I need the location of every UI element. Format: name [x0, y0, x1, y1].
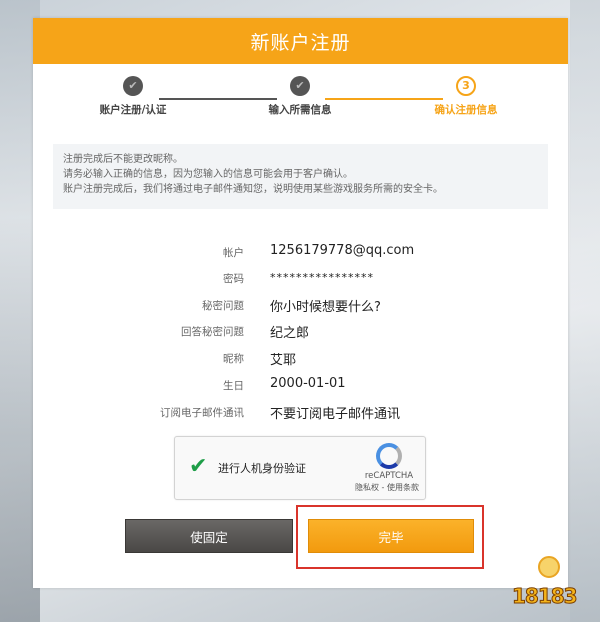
- field-value: 纪之郎: [270, 326, 310, 341]
- recaptcha-links: 隐私权 - 使用条款: [355, 482, 419, 493]
- recaptcha-brand: reCAPTCHA: [364, 471, 414, 481]
- step-2-check-icon: [290, 76, 310, 96]
- notice-line-1: 注册完成后不能更改昵称。: [63, 154, 183, 165]
- field-label: 秘密问题: [202, 300, 244, 312]
- field-label: 密码: [223, 273, 244, 285]
- recaptcha-label: 进行人机身份验证: [218, 462, 306, 475]
- field-row-nickname: 昵称 艾耶: [33, 349, 568, 369]
- field-row-secret-question: 秘密问题 你小时候想要什么?: [33, 296, 568, 316]
- recaptcha-widget[interactable]: ✔ 进行人机身份验证 reCAPTCHA 隐私权 - 使用条款: [174, 436, 426, 500]
- field-row-birthday: 生日 2000-01-01: [33, 376, 568, 396]
- link-separator: -: [379, 483, 387, 492]
- panel-header: 新账户注册: [33, 18, 568, 64]
- recaptcha-icon: [376, 443, 402, 469]
- field-label: 昵称: [223, 353, 244, 365]
- privacy-link[interactable]: 隐私权: [355, 483, 379, 492]
- step-3-label: 确认注册信息: [434, 104, 498, 116]
- field-row-password: 密码 ****************: [33, 269, 568, 289]
- watermark-text: 18183: [512, 584, 579, 609]
- step-indicator: 账户注册/认证 输入所需信息 3 确认注册信息: [33, 64, 568, 134]
- checkmark-icon[interactable]: ✔: [189, 454, 207, 479]
- field-label: 生日: [223, 380, 244, 392]
- field-row-newsletter: 订阅电子邮件通讯 不要订阅电子邮件通讯: [33, 403, 568, 423]
- watermark-logo: 18183: [512, 556, 586, 609]
- step-2: 输入所需信息: [240, 76, 360, 117]
- step-1-label: 账户注册/认证: [99, 104, 167, 116]
- field-value: 你小时候想要什么?: [270, 300, 381, 315]
- field-value: ****************: [270, 271, 374, 284]
- step-1: 账户注册/认证: [73, 76, 193, 117]
- sun-icon: [538, 556, 560, 578]
- notice-box: 注册完成后不能更改昵称。 请务必输入正确的信息，因为您输入的信息可能会用于客户确…: [53, 144, 548, 209]
- field-value: 2000-01-01: [270, 376, 346, 391]
- step-1-check-icon: [123, 76, 143, 96]
- field-row-account: 帐户 1256179778@qq.com: [33, 243, 568, 263]
- field-value: 不要订阅电子邮件通讯: [270, 407, 401, 422]
- highlight-box: [296, 505, 484, 569]
- step-3: 3 确认注册信息: [406, 76, 526, 117]
- notice-line-2: 请务必输入正确的信息，因为您输入的信息可能会用于客户确认。: [63, 169, 353, 180]
- notice-line-3: 账户注册完成后，我们将通过电子邮件通知您，说明使用某些游戏服务所需的安全卡。: [63, 184, 443, 195]
- field-row-secret-answer: 回答秘密问题 纪之郎: [33, 322, 568, 342]
- fix-button[interactable]: 使固定: [125, 519, 293, 553]
- terms-link[interactable]: 使用条款: [387, 483, 419, 492]
- field-value: 1256179778@qq.com: [270, 243, 415, 258]
- recaptcha-logo: reCAPTCHA 隐私权 - 使用条款: [355, 443, 419, 493]
- field-label: 订阅电子邮件通讯: [160, 407, 244, 419]
- field-label: 帐户: [223, 247, 244, 259]
- background-right-scenery: [570, 0, 600, 622]
- page-title: 新账户注册: [250, 31, 351, 54]
- field-value: 艾耶: [270, 353, 297, 368]
- field-label: 回答秘密问题: [181, 326, 244, 338]
- step-3-number: 3: [456, 76, 476, 96]
- step-2-label: 输入所需信息: [268, 104, 332, 116]
